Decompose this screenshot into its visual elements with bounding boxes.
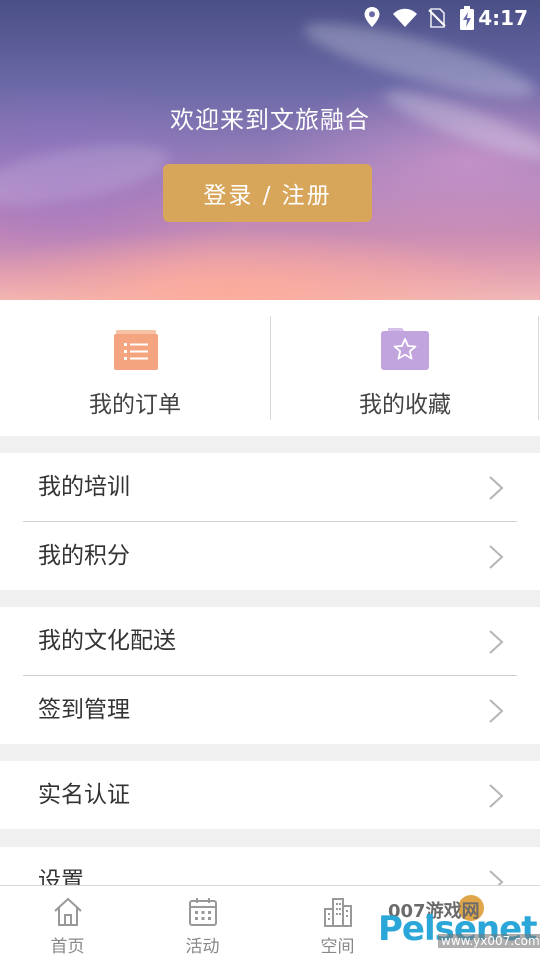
menu-item-label: 设置: [38, 868, 84, 887]
menu-item-label: 实名认证: [38, 782, 130, 808]
chevron-right-icon: [489, 699, 504, 723]
wifi-icon: [392, 8, 418, 28]
chevron-right-icon: [489, 630, 504, 654]
chevron-right-icon: [489, 784, 504, 808]
tab-label: 活动: [185, 937, 220, 957]
login-register-button[interactable]: 登录 / 注册: [163, 164, 372, 222]
tab-label: 首页: [50, 937, 85, 957]
menu-item-culture-delivery[interactable]: 我的文化配送: [0, 607, 540, 675]
tab-home[interactable]: 首页: [0, 886, 135, 960]
menu-item-label: 签到管理: [38, 697, 130, 723]
my-orders-label: 我的订单: [89, 392, 181, 418]
menu-group: 实名认证: [0, 761, 540, 829]
menu-item-training[interactable]: 我的培训: [0, 453, 540, 521]
status-bar: 4:17: [0, 0, 540, 36]
favorites-icon: [381, 328, 429, 370]
header-banner: 4:17 欢迎来到文旅融合 登录 / 注册: [0, 0, 540, 300]
menu-item-points[interactable]: 我的积分: [0, 522, 540, 590]
my-favorites-label: 我的收藏: [359, 392, 451, 418]
menu-group: 我的文化配送 签到管理: [0, 607, 540, 744]
quick-actions: 我的订单 我的收藏: [0, 300, 540, 436]
divider: [538, 316, 539, 420]
menu-item-label: 我的积分: [38, 543, 130, 569]
tab-activities[interactable]: 活动: [135, 886, 270, 960]
welcome-text: 欢迎来到文旅融合: [170, 106, 370, 134]
home-icon: [53, 897, 82, 926]
menu-item-settings[interactable]: 设置: [0, 847, 540, 887]
status-time: 4:17: [478, 6, 528, 30]
chevron-right-icon: [489, 545, 504, 569]
location-icon: [363, 6, 381, 28]
menu-item-checkin-management[interactable]: 签到管理: [0, 676, 540, 744]
calendar-icon: [188, 898, 217, 926]
chevron-right-icon: [489, 476, 504, 500]
my-orders-button[interactable]: 我的订单: [0, 300, 270, 436]
watermark-logo: 007游戏网 Pelsenet www.yx007.com: [378, 895, 540, 960]
cloud-decoration: [0, 133, 173, 217]
menu-group: 设置: [0, 847, 540, 887]
building-icon: [323, 898, 352, 927]
watermark-url: www.yx007.com: [438, 934, 540, 948]
no-sim-icon: [427, 8, 447, 28]
menu-item-label: 我的文化配送: [38, 628, 176, 654]
orders-icon: [114, 330, 158, 370]
menu-group: 我的培训 我的积分: [0, 453, 540, 590]
menu-item-label: 我的培训: [38, 474, 130, 500]
my-favorites-button[interactable]: 我的收藏: [270, 300, 540, 436]
menu-item-real-name-verification[interactable]: 实名认证: [0, 761, 540, 829]
battery-charging-icon: [459, 6, 475, 30]
